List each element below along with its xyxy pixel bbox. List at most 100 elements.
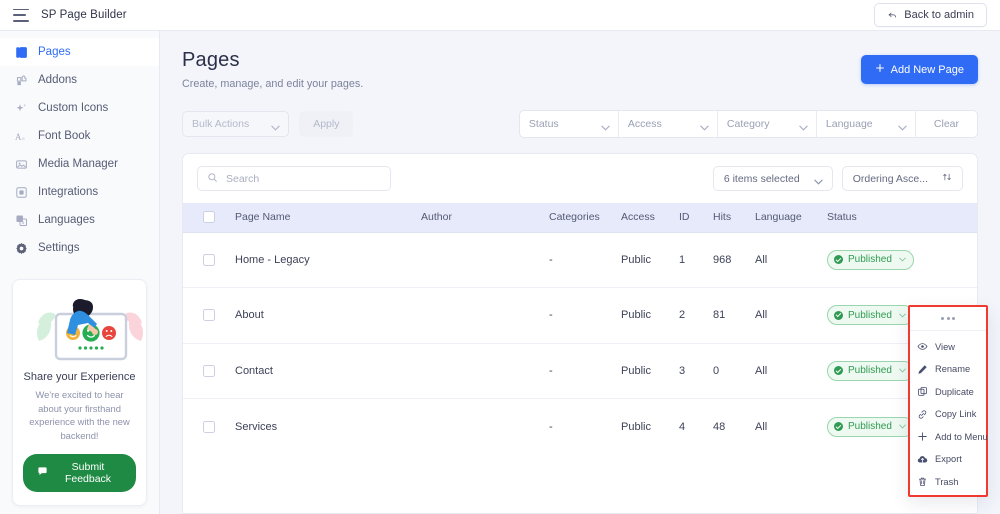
menu-item-label: Add to Menu <box>935 432 988 442</box>
menu-item-label: Export <box>935 454 962 464</box>
bulk-actions-select[interactable]: Bulk Actions <box>182 111 289 137</box>
table-header-row: Page Name Author Categories Access ID Hi… <box>183 203 977 232</box>
gear-icon <box>14 241 28 255</box>
clear-filters-button[interactable]: Clear <box>916 111 977 137</box>
cell-id: 2 <box>679 288 713 344</box>
filter-group: Status Access Category Language <box>519 110 978 138</box>
items-selected-label: 6 items selected <box>724 173 800 185</box>
cell-hits: 48 <box>713 399 755 455</box>
status-badge[interactable]: Published <box>827 417 914 437</box>
row-checkbox[interactable] <box>203 309 215 321</box>
select-all-cell <box>183 203 235 232</box>
check-circle-icon <box>834 255 843 264</box>
submit-feedback-button[interactable]: Submit Feedback <box>23 454 136 492</box>
cell-language: All <box>755 232 827 288</box>
menu-item-copy-link[interactable]: Copy Link <box>910 403 986 426</box>
feedback-description: We're excited to hear about your firstha… <box>23 388 136 443</box>
menu-item-export[interactable]: Export <box>910 448 986 471</box>
plus-icon <box>917 431 928 442</box>
menu-item-view[interactable]: View <box>910 336 986 359</box>
menu-item-trash[interactable]: Trash <box>910 471 986 494</box>
row-actions-context-menu: View Rename Duplicate Copy Link <box>908 305 988 497</box>
ellipsis-icon[interactable] <box>910 307 986 331</box>
row-checkbox[interactable] <box>203 254 215 266</box>
filter-access[interactable]: Access <box>619 111 718 137</box>
cell-id: 1 <box>679 232 713 288</box>
filter-category[interactable]: Category <box>718 111 817 137</box>
apply-button[interactable]: Apply <box>299 111 353 137</box>
cell-hits: 81 <box>713 288 755 344</box>
chevron-down-icon <box>814 176 822 181</box>
plus-icon <box>875 63 885 76</box>
check-circle-icon <box>834 422 843 431</box>
menu-item-rename[interactable]: Rename <box>910 358 986 381</box>
eye-icon <box>917 341 928 352</box>
items-selected-select[interactable]: 6 items selected <box>713 166 833 191</box>
cell-hits: 968 <box>713 232 755 288</box>
table-row[interactable]: Services - Public 4 48 All Published <box>183 399 977 455</box>
cell-hits: 0 <box>713 343 755 399</box>
back-to-admin-button[interactable]: Back to admin <box>874 3 987 27</box>
bulk-actions-label: Bulk Actions <box>192 118 249 130</box>
cell-access: Public <box>621 232 679 288</box>
table-row[interactable]: Home - Legacy - Public 1 968 All Publish… <box>183 232 977 288</box>
col-author[interactable]: Author <box>421 203 549 232</box>
cell-categories: - <box>549 232 621 288</box>
filter-status[interactable]: Status <box>520 111 619 137</box>
sidebar-item-languages[interactable]: a Languages <box>0 206 159 234</box>
cell-page-name: About <box>235 288 421 344</box>
table-toolbar-right: 6 items selected Ordering Asce... <box>713 166 963 191</box>
col-page-name[interactable]: Page Name <box>235 203 421 232</box>
row-checkbox[interactable] <box>203 421 215 433</box>
body: Pages Addons Custom Icons Aa Font Book <box>0 31 1000 514</box>
sidebar-item-label: Custom Icons <box>38 102 108 114</box>
status-badge[interactable]: Published <box>827 250 914 270</box>
chevron-down-icon <box>899 254 906 265</box>
cell-access: Public <box>621 343 679 399</box>
sidebar-item-addons[interactable]: Addons <box>0 66 159 94</box>
col-hits[interactable]: Hits <box>713 203 755 232</box>
top-bar-right: Back to admin <box>874 3 987 27</box>
cell-categories: - <box>549 399 621 455</box>
chevron-down-icon <box>898 122 906 127</box>
col-language[interactable]: Language <box>755 203 827 232</box>
sidebar-item-label: Integrations <box>38 186 98 198</box>
submit-feedback-label: Submit Feedback <box>54 461 122 485</box>
hamburger-icon[interactable] <box>13 9 29 22</box>
table-row[interactable]: Contact - Public 3 0 All Published <box>183 343 977 399</box>
status-badge[interactable]: Published <box>827 361 914 381</box>
filter-language[interactable]: Language <box>817 111 916 137</box>
status-badge[interactable]: Published <box>827 305 914 325</box>
search-input[interactable] <box>226 173 381 185</box>
sidebar-item-custom-icons[interactable]: Custom Icons <box>0 94 159 122</box>
check-circle-icon <box>834 311 843 320</box>
table-toolbar: 6 items selected Ordering Asce... <box>183 154 977 203</box>
cell-author <box>421 288 549 344</box>
col-categories[interactable]: Categories <box>549 203 621 232</box>
cell-access: Public <box>621 288 679 344</box>
select-all-checkbox[interactable] <box>203 211 215 223</box>
add-new-page-button[interactable]: Add New Page <box>861 55 978 84</box>
col-access[interactable]: Access <box>621 203 679 232</box>
sidebar-item-font-book[interactable]: Aa Font Book <box>0 122 159 150</box>
menu-item-add-to-menu[interactable]: Add to Menu <box>910 426 986 449</box>
sidebar-item-integrations[interactable]: Integrations <box>0 178 159 206</box>
menu-item-duplicate[interactable]: Duplicate <box>910 381 986 404</box>
filter-language-label: Language <box>826 118 873 130</box>
sort-arrows-icon <box>942 172 952 185</box>
cell-author <box>421 399 549 455</box>
filter-access-label: Access <box>628 118 662 130</box>
sidebar-item-media-manager[interactable]: Media Manager <box>0 150 159 178</box>
search-box[interactable] <box>197 166 391 191</box>
sidebar-item-settings[interactable]: Settings <box>0 234 159 262</box>
col-status[interactable]: Status <box>827 203 977 232</box>
ordering-select[interactable]: Ordering Asce... <box>842 166 963 191</box>
row-checkbox[interactable] <box>203 365 215 377</box>
sidebar-item-pages[interactable]: Pages <box>0 38 159 66</box>
cell-status: Published <box>827 232 977 288</box>
col-id[interactable]: ID <box>679 203 713 232</box>
row-select-cell <box>183 399 235 455</box>
sidebar-item-label: Languages <box>38 214 95 226</box>
row-select-cell <box>183 288 235 344</box>
table-row[interactable]: About - Public 2 81 All Published <box>183 288 977 344</box>
